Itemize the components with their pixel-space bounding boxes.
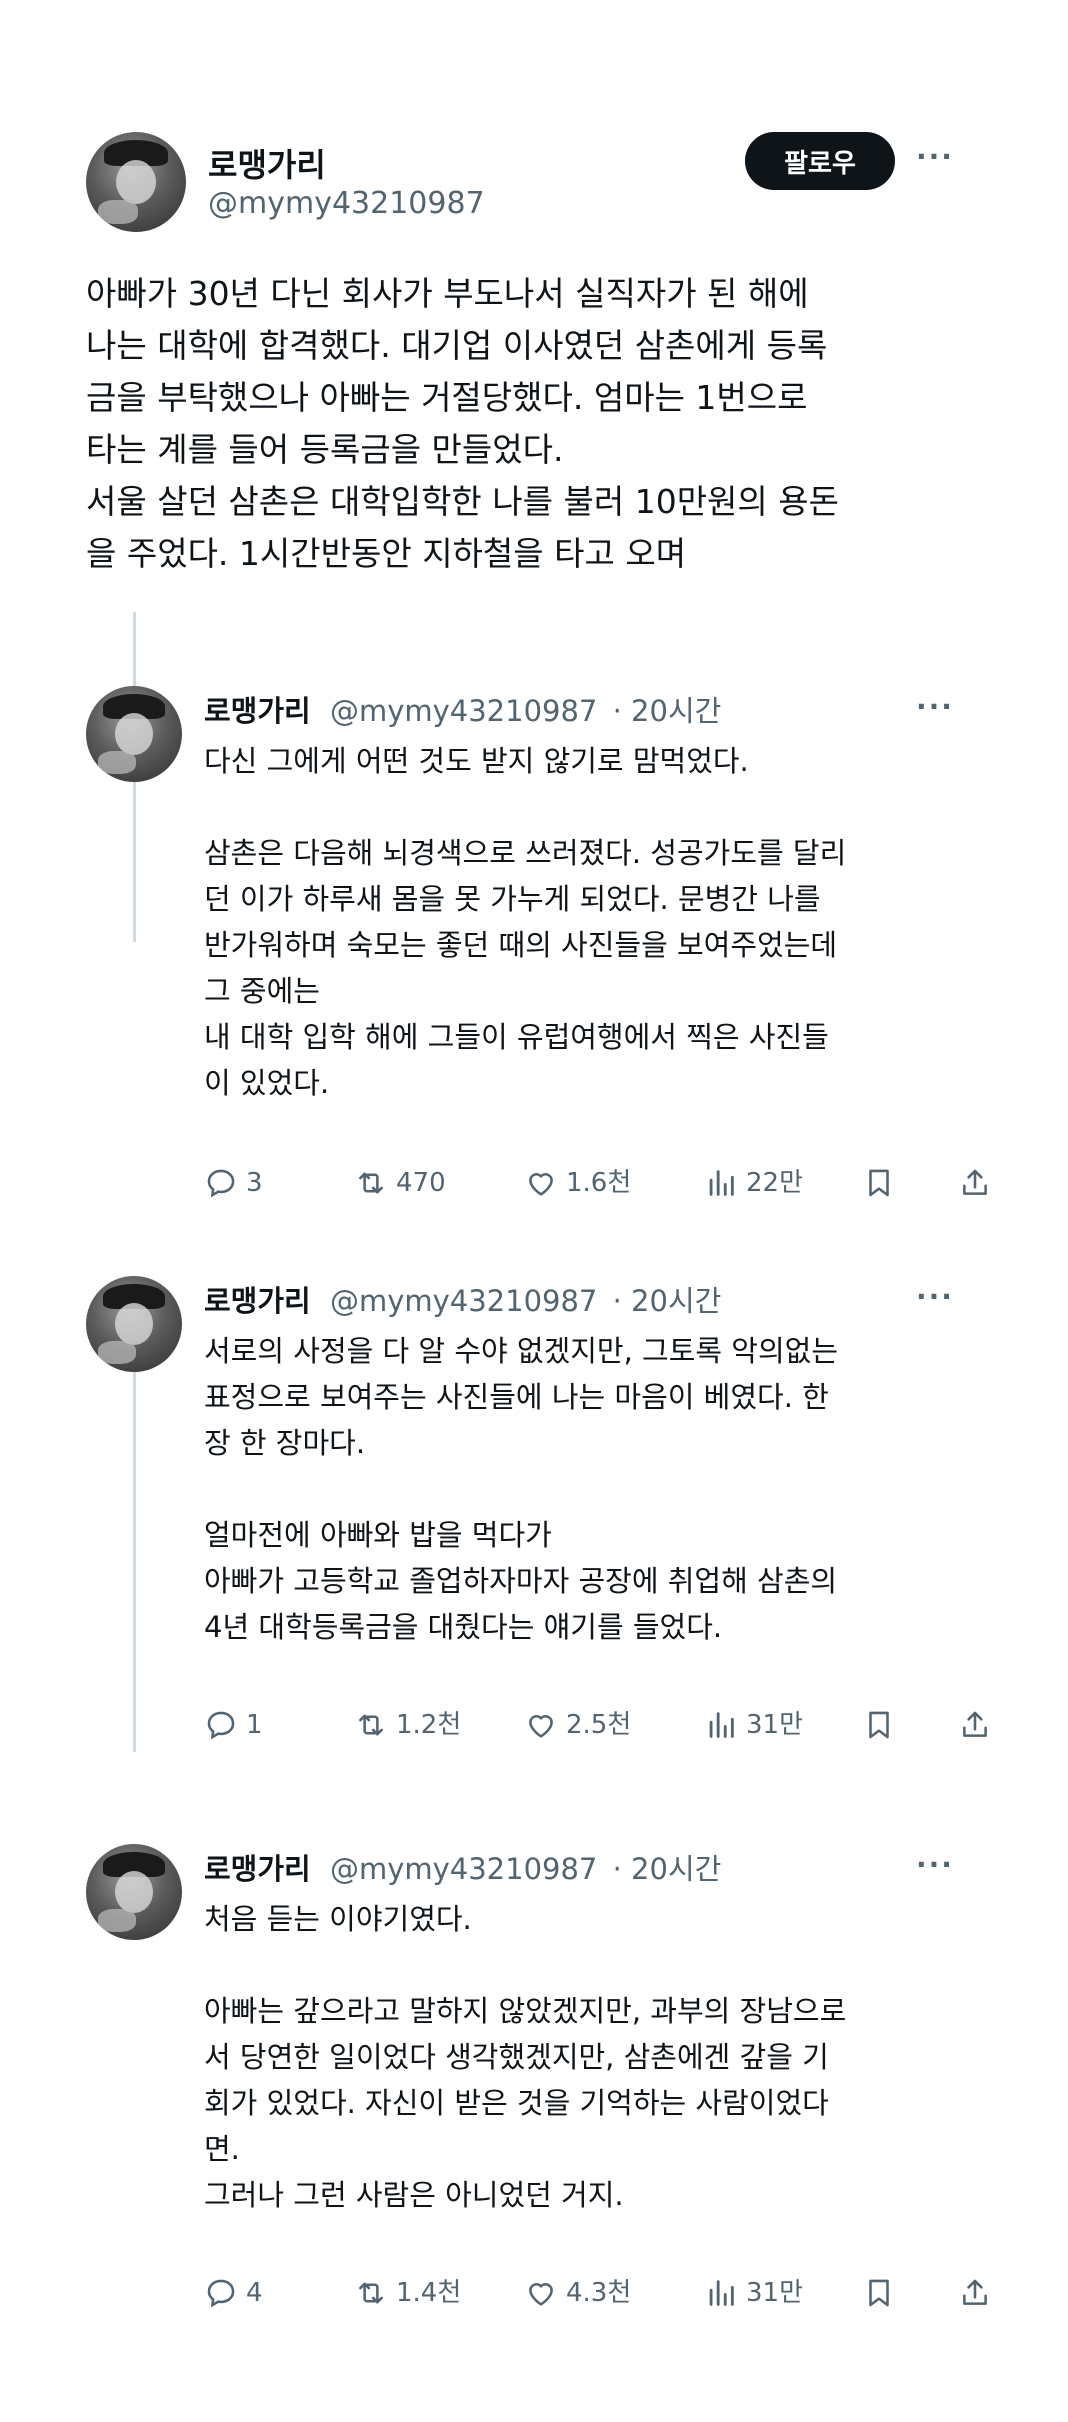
avatar-face <box>114 712 154 756</box>
reply-button[interactable]: 1 <box>204 1708 263 1742</box>
heart-icon <box>529 1715 553 1738</box>
view-count: 22만 <box>746 1168 804 1198</box>
views-button[interactable]: 31만 <box>704 2276 803 2310</box>
views-chart-icon <box>709 1170 734 1196</box>
follow-button[interactable]: 팔로우 <box>745 132 895 190</box>
heart-icon <box>529 1173 553 1196</box>
avatar[interactable] <box>86 1276 182 1372</box>
avatar[interactable] <box>86 1844 182 1940</box>
more-options-icon[interactable]: ··· <box>916 1280 954 1313</box>
views-button[interactable]: 22만 <box>704 1166 803 1200</box>
bookmark-icon <box>869 1169 889 1197</box>
retweet-count: 1.4천 <box>396 2278 462 2308</box>
like-button[interactable]: 2.5천 <box>524 1708 631 1742</box>
view-count: 31만 <box>746 2278 804 2308</box>
timestamp[interactable]: · 20시간 <box>613 1852 722 1886</box>
retweet-count: 470 <box>396 1168 446 1198</box>
author-name[interactable]: 로맹가리 <box>208 140 326 186</box>
avatar-arm <box>97 1909 136 1933</box>
retweet-icon <box>359 1172 383 1194</box>
author-name[interactable]: 로맹가리 <box>204 694 311 728</box>
more-options-icon[interactable]: ··· <box>916 140 954 173</box>
reply-header: 로맹가리 @mymy43210987 · 20시간 <box>204 1278 721 1320</box>
reply-count: 1 <box>246 1710 263 1740</box>
author-handle[interactable]: @mymy43210987 <box>330 1284 597 1318</box>
more-options-icon[interactable]: ··· <box>916 1848 954 1881</box>
comment-icon <box>207 1169 235 1198</box>
retweet-button[interactable]: 470 <box>354 1166 446 1200</box>
comment-icon <box>207 1711 235 1740</box>
author-name[interactable]: 로맹가리 <box>204 1852 311 1886</box>
author-name[interactable]: 로맹가리 <box>204 1284 311 1318</box>
bookmark-icon <box>869 1711 889 1739</box>
avatar[interactable] <box>86 686 182 782</box>
avatar-face <box>116 160 156 204</box>
timestamp[interactable]: · 20시간 <box>613 694 722 728</box>
avatar-arm <box>98 200 138 224</box>
action-bar: 1 1.2천 2.5천 31만 <box>204 1708 1024 1748</box>
reply-text: 서로의 사정을 다 알 수야 없겠지만, 그토록 악의없는 표정으로 보여주는 … <box>204 1334 839 1644</box>
main-tweet-text: 아빠가 30년 다닌 회사가 부도나서 실직자가 된 해에 나는 대학에 합격했… <box>86 274 839 573</box>
heart-icon <box>529 2283 553 2306</box>
like-count: 2.5천 <box>566 1710 632 1740</box>
action-bar: 4 1.4천 4.3천 31만 <box>204 2276 1024 2316</box>
avatar-arm <box>97 1341 136 1365</box>
reply-count: 3 <box>246 1168 263 1198</box>
share-icon <box>963 2279 987 2305</box>
reply-text: 다신 그에게 어떤 것도 받지 않기로 맘먹었다. 삼촌은 다음해 뇌경색으로 … <box>204 744 847 1100</box>
share-button[interactable] <box>958 1708 1000 1742</box>
retweet-count: 1.2천 <box>396 1710 462 1740</box>
bookmark-button[interactable] <box>862 1708 904 1742</box>
avatar-arm <box>97 751 136 775</box>
avatar[interactable] <box>86 132 186 232</box>
reply-header: 로맹가리 @mymy43210987 · 20시간 <box>204 1846 721 1888</box>
timestamp[interactable]: · 20시간 <box>613 1284 722 1318</box>
share-icon <box>963 1169 987 1195</box>
like-button[interactable]: 4.3천 <box>524 2276 631 2310</box>
share-button[interactable] <box>958 2276 1000 2310</box>
like-button[interactable]: 1.6천 <box>524 1166 631 1200</box>
share-icon <box>963 1711 987 1737</box>
main-tweet-header: 로맹가리 @mymy43210987 팔로우 ··· <box>86 132 986 232</box>
reply-button[interactable]: 3 <box>204 1166 263 1200</box>
comment-icon <box>207 2279 235 2308</box>
views-button[interactable]: 31만 <box>704 1708 803 1742</box>
author-handle[interactable]: @mymy43210987 <box>330 694 597 728</box>
like-count: 1.6천 <box>566 1168 632 1198</box>
reply-count: 4 <box>246 2278 263 2308</box>
retweet-button[interactable]: 1.4천 <box>354 2276 461 2310</box>
views-chart-icon <box>709 1712 734 1738</box>
share-button[interactable] <box>958 1166 1000 1200</box>
retweet-icon <box>359 1714 383 1736</box>
view-count: 31만 <box>746 1710 804 1740</box>
retweet-button[interactable]: 1.2천 <box>354 1708 461 1742</box>
avatar-face <box>114 1302 154 1346</box>
bookmark-button[interactable] <box>862 1166 904 1200</box>
like-count: 4.3천 <box>566 2278 632 2308</box>
reply-text: 처음 듣는 이야기였다. 아빠는 갚으라고 말하지 않았겠지만, 과부의 장남으… <box>204 1902 847 2212</box>
reply-button[interactable]: 4 <box>204 2276 263 2310</box>
author-handle[interactable]: @mymy43210987 <box>208 186 485 221</box>
bookmark-button[interactable] <box>862 2276 904 2310</box>
more-options-icon[interactable]: ··· <box>916 690 954 723</box>
retweet-icon <box>359 2282 383 2304</box>
views-chart-icon <box>709 2280 734 2306</box>
bookmark-icon <box>869 2279 889 2307</box>
avatar-face <box>114 1870 154 1914</box>
thread-connector-line <box>133 1322 136 1752</box>
action-bar: 3 470 1.6천 22만 <box>204 1166 1024 1206</box>
author-handle[interactable]: @mymy43210987 <box>330 1852 597 1886</box>
reply-header: 로맹가리 @mymy43210987 · 20시간 <box>204 688 721 730</box>
